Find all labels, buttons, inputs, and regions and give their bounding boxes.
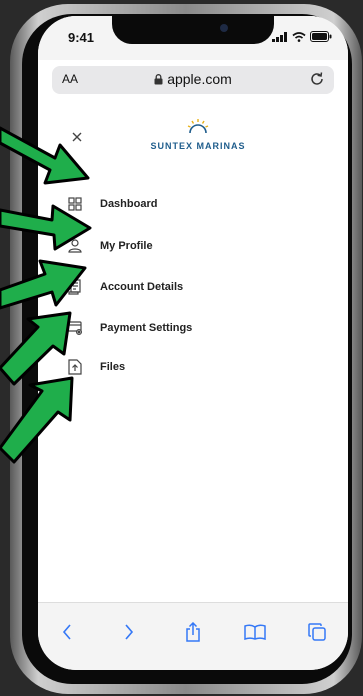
menu-item-label: Files: [100, 361, 126, 373]
close-menu-icon[interactable]: [72, 132, 82, 142]
menu-item-account-details[interactable]: Account Details: [66, 274, 183, 300]
dashboard-icon: [66, 195, 84, 213]
payment-card-icon: [66, 319, 84, 337]
file-upload-icon: [66, 358, 84, 376]
back-icon[interactable]: [56, 621, 78, 643]
cellular-signal-icon: [272, 31, 287, 42]
suntex-logo[interactable]: SUNTEX MARINAS: [148, 118, 248, 151]
sun-icon: [187, 119, 209, 134]
menu-item-label: Payment Settings: [100, 322, 193, 334]
menu-item-label: Account Details: [100, 281, 184, 293]
notch: [112, 16, 274, 44]
profile-icon: [66, 237, 84, 255]
lock-icon: [154, 74, 163, 85]
menu-item-dashboard[interactable]: Dashboard: [66, 191, 157, 217]
battery-icon: [310, 31, 332, 42]
domain-text: apple.com: [167, 71, 232, 87]
status-icons: [272, 31, 332, 42]
tabs-icon[interactable]: [306, 621, 328, 643]
browser-toolbar: [38, 602, 348, 670]
wifi-icon: [292, 31, 306, 42]
logo-text: SUNTEX MARINAS: [150, 141, 246, 151]
bookmarks-icon[interactable]: [244, 621, 266, 643]
phone-screen: 9:41 AA apple.com SUNTEX MARINAS Dashboa…: [38, 16, 348, 670]
menu-item-files[interactable]: Files: [66, 354, 125, 380]
receipt-icon: [66, 278, 84, 296]
menu-item-label: Dashboard: [100, 198, 158, 210]
menu-item-payment-settings[interactable]: Payment Settings: [66, 315, 192, 341]
address-bar[interactable]: AA apple.com: [52, 66, 334, 94]
page-content: SUNTEX MARINAS Dashboard My Profile Acco…: [38, 96, 348, 606]
forward-icon[interactable]: [118, 621, 140, 643]
url-domain[interactable]: apple.com: [52, 71, 334, 87]
reload-icon[interactable]: [309, 71, 325, 87]
menu-item-label: My Profile: [100, 240, 153, 252]
camera: [220, 24, 228, 32]
menu-item-my-profile[interactable]: My Profile: [66, 233, 153, 259]
status-time: 9:41: [68, 30, 95, 45]
share-icon[interactable]: [182, 621, 204, 643]
